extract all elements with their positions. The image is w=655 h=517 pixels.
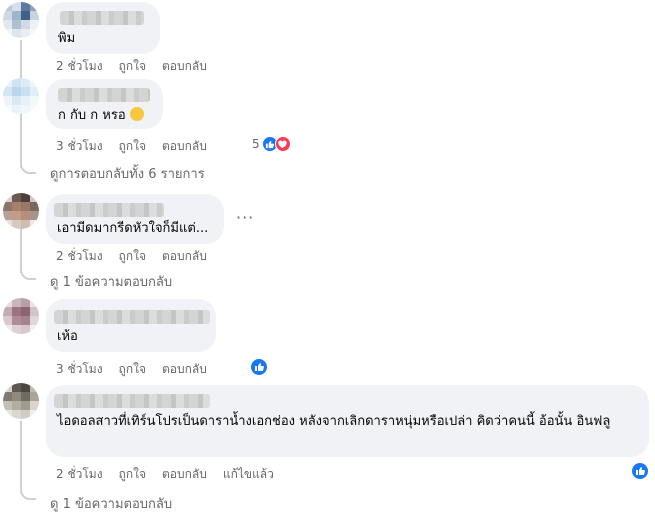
timestamp: 3 ชั่วโมง (56, 139, 103, 153)
view-replies-label: ดู 1 ข้อความตอบกลับ (50, 275, 173, 290)
thread-connector (20, 266, 36, 280)
more-options-button[interactable]: ··· (236, 208, 254, 227)
love-reaction-icon (274, 136, 291, 152)
view-replies-label: ดูการตอบกลับทั้ง 6 รายการ (50, 167, 205, 182)
avatar[interactable] (3, 193, 39, 229)
laughing-emoji-icon (129, 107, 144, 121)
comment-bubble: เอามีดมากรีดหัวใจก็มีแต่... (46, 194, 224, 244)
timestamp: 2 ชั่วโมง (56, 249, 103, 263)
author-name-redacted[interactable] (54, 310, 210, 324)
reaction-summary[interactable] (250, 358, 268, 376)
reply-button[interactable]: ตอบกลับ (162, 137, 207, 156)
comment-text: เอามีดมากรีดหัวใจก็มีแต่... (57, 221, 209, 236)
timestamp: 2 ชั่วโมง (56, 59, 103, 73)
comment-actions: 2 ชั่วโมง ถูกใจ ตอบกลับ (56, 57, 207, 76)
like-button[interactable]: ถูกใจ (119, 465, 146, 484)
like-button[interactable]: ถูกใจ (119, 57, 146, 76)
comment-bubble: พิม (46, 2, 160, 54)
like-button[interactable]: ถูกใจ (119, 137, 146, 156)
comment-actions: 2 ชั่วโมง ถูกใจ ตอบกลับ แก้ไขแล้ว (56, 465, 274, 484)
reply-button[interactable]: ตอบกลับ (162, 465, 207, 484)
comment-text: เห้อ (57, 329, 78, 344)
reaction-summary[interactable]: 5 (252, 136, 291, 152)
comment-text: ก กับ ก หรอ (58, 106, 144, 125)
like-button[interactable]: ถูกใจ (119, 247, 146, 266)
comment-actions: 3 ชั่วโมง ถูกใจ ตอบกลับ (56, 137, 207, 156)
comment-actions: 3 ชั่วโมง ถูกใจ ตอบกลับ (56, 360, 207, 379)
avatar[interactable] (3, 298, 39, 334)
reply-button[interactable]: ตอบกลับ (162, 360, 207, 379)
author-name-redacted[interactable] (54, 394, 210, 408)
like-button[interactable]: ถูกใจ (119, 360, 146, 379)
thread-line (20, 421, 22, 491)
comment-actions: 2 ชั่วโมง ถูกใจ ตอบกลับ (56, 247, 207, 266)
view-replies-link[interactable]: ดู 1 ข้อความตอบกลับ (50, 493, 172, 514)
timestamp: 2 ชั่วโมง (56, 467, 103, 481)
avatar[interactable] (3, 2, 39, 38)
author-name-redacted[interactable] (54, 203, 164, 217)
reaction-count: 5 (252, 137, 260, 151)
timestamp: 3 ชั่วโมง (56, 362, 103, 376)
view-replies-link[interactable]: ดูการตอบกลับทั้ง 6 รายการ (50, 163, 205, 184)
avatar[interactable] (3, 383, 39, 419)
thread-connector (20, 160, 36, 174)
comment-text-content: ก กับ ก หรอ (58, 108, 126, 123)
author-name-redacted[interactable] (58, 88, 150, 102)
edited-label: แก้ไขแล้ว (222, 467, 274, 481)
author-name-redacted[interactable] (60, 11, 144, 25)
comment-bubble: ก กับ ก หรอ (46, 79, 163, 129)
reply-button[interactable]: ตอบกลับ (162, 247, 207, 266)
reaction-summary[interactable] (631, 462, 649, 480)
reply-button[interactable]: ตอบกลับ (162, 57, 207, 76)
comment-bubble: ไอดอลสาวที่เทิร์นโปรเป็นดาราน้ำงเอกช่อง … (46, 385, 649, 457)
view-replies-label: ดู 1 ข้อความตอบกลับ (50, 497, 173, 512)
avatar[interactable] (3, 78, 39, 114)
comment-bubble: เห้อ (46, 299, 216, 352)
comment-text: ไอดอลสาวที่เทิร์นโปรเป็นดาราน้ำงเอกช่อง … (57, 414, 611, 429)
comment-text: พิม (58, 31, 76, 46)
like-reaction-icon (250, 358, 268, 376)
like-reaction-icon (631, 462, 649, 480)
view-replies-link[interactable]: ดู 1 ข้อความตอบกลับ (50, 271, 172, 292)
thread-connector (20, 486, 36, 500)
